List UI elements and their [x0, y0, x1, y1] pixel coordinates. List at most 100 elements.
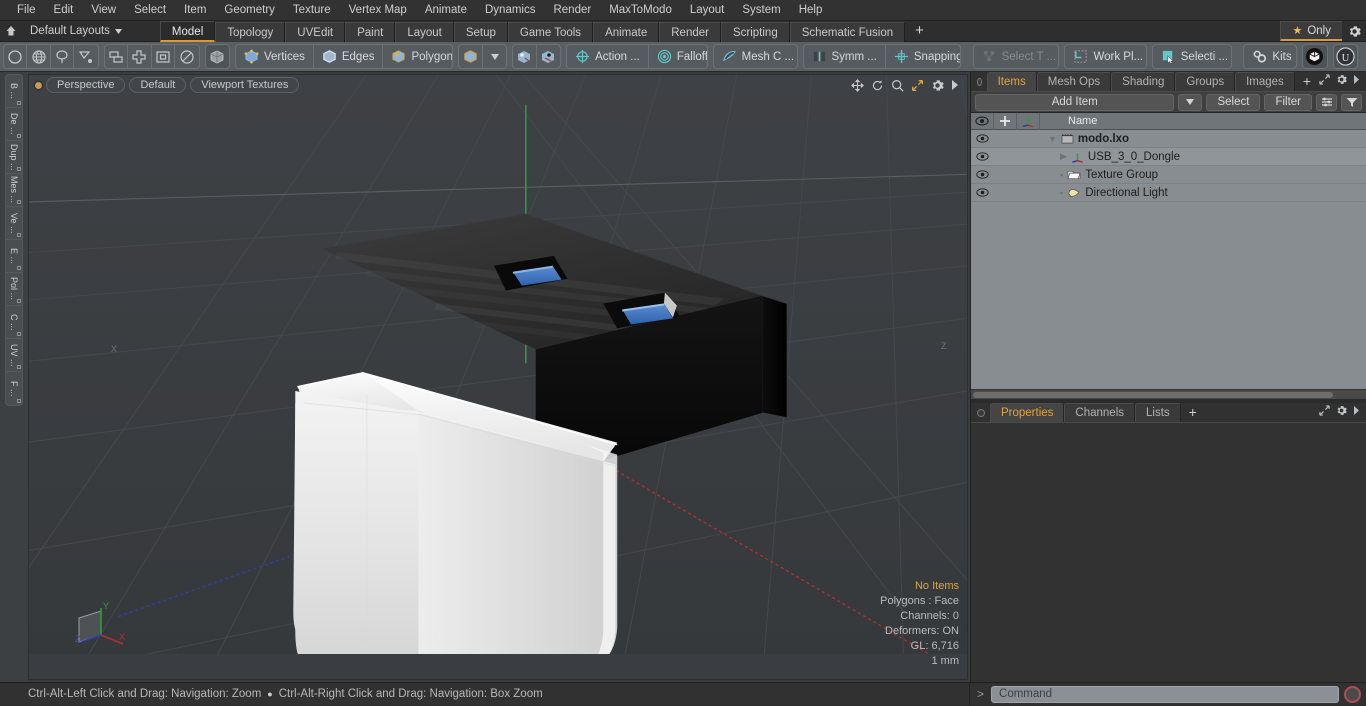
tool-tab-mesh-edit[interactable]: Mes ...: [6, 174, 22, 207]
row-name-cell[interactable]: ▪ Texture Group: [1040, 169, 1158, 181]
panel-menu-arrow-icon[interactable]: [1353, 406, 1360, 418]
record-icon[interactable]: [1344, 685, 1361, 703]
item-list-hscrollbar[interactable]: [971, 389, 1366, 399]
viewport-active-dot[interactable]: [35, 81, 42, 89]
menu-item-animate[interactable]: Animate: [416, 2, 476, 18]
item-list[interactable]: ▼ modo.lxo ▶ USB_3_0_Dongle ▪ Texture Gr…: [971, 130, 1366, 389]
properties-panel-dot[interactable]: [977, 409, 985, 417]
mesh-constraint-button[interactable]: Mesh C ...: [714, 45, 797, 68]
panel-gear-icon[interactable]: [1336, 405, 1347, 419]
items-panel-dot[interactable]: [977, 78, 982, 86]
zoom-icon[interactable]: [891, 79, 904, 92]
expand-panel-icon[interactable]: [1319, 74, 1330, 88]
table-row[interactable]: ▶ USB_3_0_Dongle: [971, 148, 1366, 166]
tab-shading[interactable]: Shading: [1111, 72, 1176, 91]
add-item-button[interactable]: Add Item: [975, 93, 1175, 111]
selection-set-button[interactable]: Selecti ...: [1153, 45, 1231, 68]
layout-tab-paint[interactable]: Paint: [345, 21, 396, 42]
center-handle-icon[interactable]: [513, 45, 537, 68]
gear-icon[interactable]: [1342, 21, 1366, 42]
add-items-tab-button[interactable]: +: [1295, 72, 1319, 91]
pivot-handle-icon[interactable]: [537, 45, 560, 68]
polygons-mode-button[interactable]: Polygons: [383, 45, 452, 68]
row-name-cell[interactable]: ▶ USB_3_0_Dongle: [1040, 151, 1180, 163]
menu-item-texture[interactable]: Texture: [284, 2, 340, 18]
tab-properties[interactable]: Properties: [990, 403, 1065, 422]
scrollbar-thumb[interactable]: [973, 391, 1333, 398]
layout-tab-schematic-fusion[interactable]: Schematic Fusion: [789, 21, 906, 42]
unreal-bridge-icon[interactable]: U: [1334, 45, 1357, 68]
add-layout-tab-button[interactable]: +: [905, 22, 934, 42]
rotate-icon[interactable]: [871, 79, 884, 92]
viewport-camera-selector[interactable]: Perspective: [46, 77, 126, 93]
menu-item-dynamics[interactable]: Dynamics: [476, 2, 544, 18]
layout-tab-setup[interactable]: Setup: [453, 21, 508, 42]
tab-groups[interactable]: Groups: [1175, 72, 1236, 91]
layout-tab-game-tools[interactable]: Game Tools: [507, 21, 594, 42]
layout-tab-scripting[interactable]: Scripting: [720, 21, 790, 42]
row-name-cell[interactable]: ▪ Directional Light: [1040, 187, 1168, 199]
tab-items[interactable]: Items: [986, 72, 1037, 91]
falloff-button[interactable]: Falloff: [649, 45, 707, 68]
element-box-icon[interactable]: [152, 45, 176, 68]
viewport-style-selector[interactable]: Default: [129, 77, 187, 93]
menu-item-system[interactable]: System: [733, 2, 789, 18]
table-row[interactable]: ▼ modo.lxo: [971, 130, 1366, 148]
filter-funnel-icon[interactable]: [1341, 93, 1362, 111]
materials-mode-icon[interactable]: [459, 45, 483, 68]
layout-tab-layout[interactable]: Layout: [395, 21, 454, 42]
pan-icon[interactable]: [851, 78, 864, 92]
globe-select-icon[interactable]: [27, 45, 51, 68]
viewport-3d[interactable]: Perspective Default Viewport Textures No…: [28, 74, 968, 680]
tool-tab-curve[interactable]: C ...: [6, 306, 22, 339]
viewport-menu-arrow-icon[interactable]: [951, 80, 959, 90]
menu-item-select[interactable]: Select: [125, 2, 175, 18]
menu-item-item[interactable]: Item: [175, 2, 215, 18]
modo-bridge-icon[interactable]: [1303, 45, 1326, 68]
layout-tab-render[interactable]: Render: [659, 21, 721, 42]
only-toggle-button[interactable]: ★ Only: [1280, 21, 1342, 41]
element-move-icon[interactable]: [105, 45, 129, 68]
panel-gear-icon[interactable]: [1336, 74, 1347, 88]
menu-item-layout[interactable]: Layout: [681, 2, 734, 18]
command-input[interactable]: Command: [991, 685, 1339, 703]
paint-select-icon[interactable]: [74, 45, 97, 68]
table-row[interactable]: ▪ Directional Light: [971, 184, 1366, 202]
tool-tab-vertex[interactable]: Ve ...: [6, 207, 22, 240]
tool-tab-edge[interactable]: E ...: [6, 240, 22, 273]
expand-panel-icon[interactable]: [1319, 405, 1330, 419]
mode-dropdown-icon[interactable]: [483, 45, 506, 68]
element-circle-icon[interactable]: [175, 45, 198, 68]
row-visibility-toggle[interactable]: [971, 170, 994, 179]
tool-tab-basic[interactable]: B ...: [6, 75, 22, 108]
layout-tab-model[interactable]: Model: [159, 20, 216, 42]
add-properties-tab-button[interactable]: +: [1181, 403, 1205, 422]
filter-button[interactable]: Filter: [1264, 93, 1312, 111]
layout-tab-animate[interactable]: Animate: [593, 21, 660, 42]
tool-tab-fusion[interactable]: F ...: [6, 372, 22, 405]
snapping-button[interactable]: Snapping: [886, 45, 960, 68]
select-through-button[interactable]: Select T ...: [974, 45, 1059, 68]
row-visibility-toggle[interactable]: [971, 152, 994, 161]
panel-menu-arrow-icon[interactable]: [1353, 75, 1360, 87]
menu-item-render[interactable]: Render: [544, 2, 600, 18]
expand-arrow-icon[interactable]: ▶: [1060, 151, 1067, 162]
tab-images[interactable]: Images: [1235, 72, 1295, 91]
axis-gizmo[interactable]: Y X Z: [69, 598, 131, 657]
viewport-options-icon[interactable]: [931, 79, 944, 92]
tab-lists[interactable]: Lists: [1135, 403, 1181, 422]
vertices-mode-button[interactable]: Vertices: [236, 45, 314, 68]
list-options-icon[interactable]: [1316, 93, 1337, 111]
menu-item-view[interactable]: View: [82, 2, 125, 18]
row-name-cell[interactable]: ▼ modo.lxo: [1040, 133, 1129, 145]
row-visibility-toggle[interactable]: [971, 188, 994, 197]
tab-mesh-ops[interactable]: Mesh Ops: [1036, 72, 1112, 91]
table-row[interactable]: ▪ Texture Group: [971, 166, 1366, 184]
menu-item-help[interactable]: Help: [790, 2, 832, 18]
select-button[interactable]: Select: [1206, 93, 1261, 111]
kits-button[interactable]: Kits: [1244, 45, 1296, 68]
add-item-dropdown-icon[interactable]: [1178, 93, 1203, 111]
lasso-select-icon[interactable]: [51, 45, 75, 68]
expand-arrow-icon[interactable]: ▼: [1048, 134, 1057, 144]
layout-tab-topology[interactable]: Topology: [215, 21, 286, 42]
